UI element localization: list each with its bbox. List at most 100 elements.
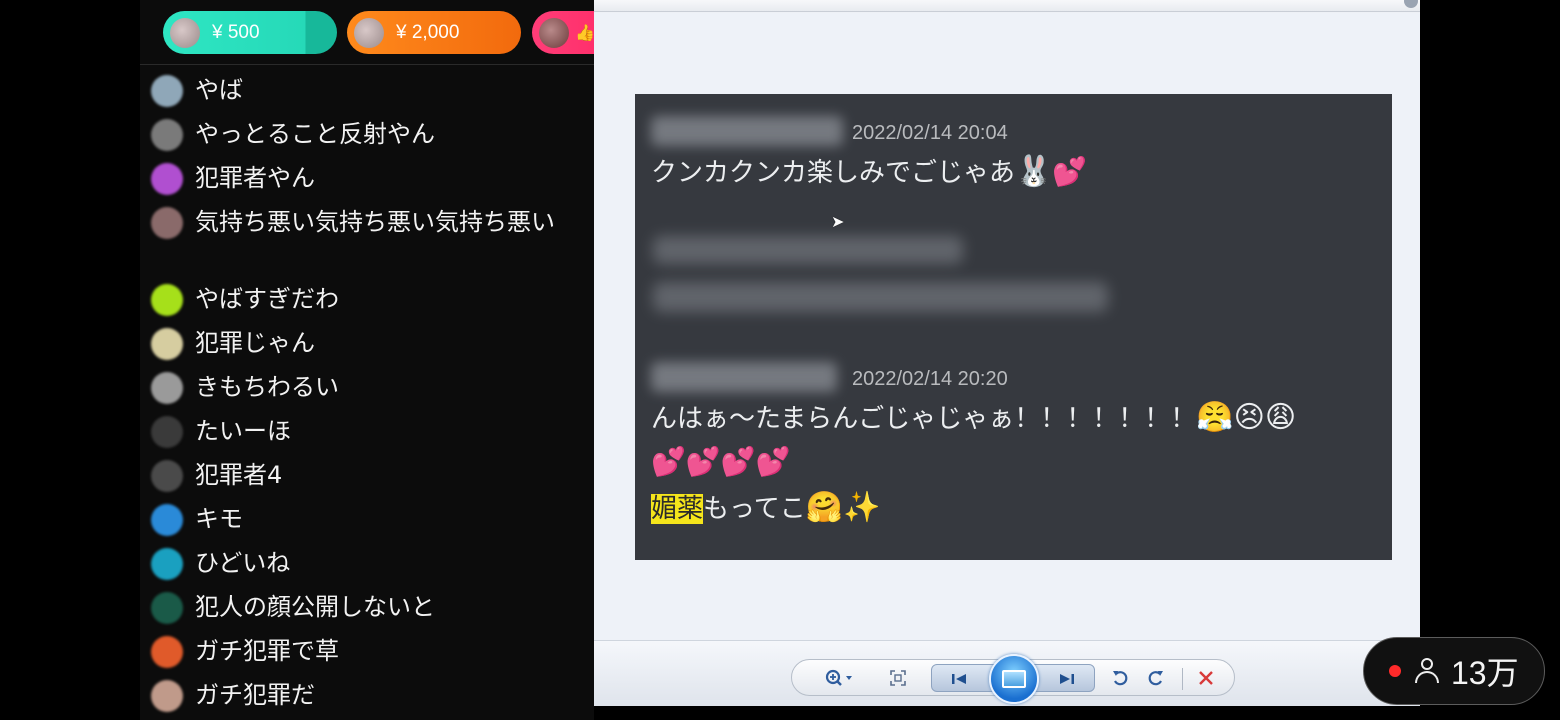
message-body: もってこ bbox=[703, 494, 806, 524]
comment-text: やばすぎだわ bbox=[195, 285, 339, 313]
gift-ranking-bar: ¥ 500 ¥ 2,000 👍 bbox=[140, 0, 594, 64]
avatar[interactable] bbox=[151, 504, 183, 536]
comment-text: ガチ犯罪で草 bbox=[195, 637, 339, 665]
comment-item[interactable]: やっとること反射やん bbox=[140, 114, 594, 158]
comment-item[interactable]: 気持ち悪い気持ち悪い気持ち悪い bbox=[140, 202, 594, 279]
message-timestamp: 2022/02/14 20:04 bbox=[852, 122, 1008, 144]
photo-viewer-window: 2022/02/14 20:04 クンカクンカ楽しみでごじゃあ🐰💕 ➤ 2022… bbox=[594, 0, 1420, 706]
live-chat-panel: ¥ 500 ¥ 2,000 👍 やばやっとること反射やん 犯罪者やん気持ち悪い気持… bbox=[140, 0, 594, 720]
avatar bbox=[170, 17, 200, 48]
avatar[interactable] bbox=[151, 680, 183, 712]
comment-text: 犯罪者4 bbox=[195, 461, 283, 489]
weary-face-icon: 😩 bbox=[1264, 400, 1297, 435]
comment-item[interactable]: ガチ犯罪で草 bbox=[140, 631, 594, 675]
steam-face-icon: 😤 bbox=[1196, 400, 1234, 435]
avatar[interactable] bbox=[151, 119, 183, 151]
comment-item[interactable]: キモ bbox=[140, 499, 594, 543]
comment-text: ガチ犯罪だ bbox=[195, 681, 315, 709]
toolbar-controls bbox=[791, 654, 1235, 704]
avatar[interactable] bbox=[151, 636, 183, 668]
message-timestamp: 2022/02/14 20:20 bbox=[852, 368, 1008, 390]
previous-icon[interactable] bbox=[944, 668, 974, 690]
comment-text: 気持ち悪い気持ち悪い気持ち悪い bbox=[195, 208, 555, 236]
menu-bar bbox=[594, 0, 1420, 12]
mouse-cursor-icon: ➤ bbox=[831, 212, 845, 231]
message-text: クンカクンカ楽しみでごじゃあ🐰💕 bbox=[651, 150, 1087, 195]
blurred-message bbox=[653, 282, 1108, 312]
message-body: クンカクンカ楽しみでごじゃあ bbox=[651, 158, 1016, 188]
avatar[interactable] bbox=[151, 163, 183, 195]
rotate-left-icon[interactable] bbox=[1108, 667, 1132, 689]
comment-item[interactable]: きもちわるい bbox=[140, 367, 594, 411]
next-icon[interactable] bbox=[1052, 668, 1082, 690]
rotate-right-icon[interactable] bbox=[1144, 667, 1168, 689]
blurred-username bbox=[651, 362, 837, 392]
comment-text: 犯罪じゃん bbox=[195, 329, 315, 357]
comment-item[interactable]: やば bbox=[140, 70, 594, 114]
comment-item[interactable]: 犯罪じゃん bbox=[140, 323, 594, 367]
avatar[interactable] bbox=[151, 592, 183, 624]
avatar bbox=[354, 17, 384, 48]
message-text: 媚薬もってこ🤗✨ bbox=[651, 486, 880, 531]
comment-text: ひどいね bbox=[195, 549, 291, 577]
zoom-icon[interactable] bbox=[822, 667, 856, 689]
displayed-screenshot: 2022/02/14 20:04 クンカクンカ楽しみでごじゃあ🐰💕 ➤ 2022… bbox=[635, 94, 1392, 560]
divider bbox=[140, 64, 594, 65]
message-text: んはぁ〜たまらんごじゃじゃぁ！！！！！！！😤😣😩 bbox=[651, 396, 1296, 441]
avatar[interactable] bbox=[151, 416, 183, 448]
viewer-toolbar bbox=[594, 640, 1420, 706]
comment-item[interactable]: 犯罪者4 bbox=[140, 455, 594, 499]
hearts-icon: 💕 bbox=[720, 445, 756, 478]
toolbar-separator bbox=[1182, 668, 1183, 690]
hearts-icon: 💕 bbox=[651, 445, 686, 478]
comment-item[interactable]: ひどいね bbox=[140, 543, 594, 587]
viewer-count: 13万 bbox=[1451, 655, 1519, 691]
hearts-icon: 💕 bbox=[755, 445, 791, 478]
comment-item[interactable]: 犯罪者やん bbox=[140, 158, 594, 202]
avatar[interactable] bbox=[151, 372, 183, 404]
avatar bbox=[539, 17, 569, 48]
comment-item[interactable]: やばすぎだわ bbox=[140, 279, 594, 323]
comment-item[interactable]: ガチ犯罪だ bbox=[140, 675, 594, 719]
avatar[interactable] bbox=[151, 75, 183, 107]
comment-text: きもちわるい bbox=[195, 373, 339, 401]
gift-pill[interactable]: 👍 bbox=[532, 11, 594, 54]
comment-text: やば bbox=[195, 76, 243, 104]
hearts-row: 💕💕💕💕 bbox=[651, 440, 791, 485]
delete-icon[interactable] bbox=[1194, 667, 1218, 689]
hugging-face-icon: 🤗 bbox=[805, 490, 844, 525]
comment-text: やっとること反射やん bbox=[195, 120, 435, 148]
comment-item[interactable]: たいーほ bbox=[140, 411, 594, 455]
viewer-count-badge[interactable]: 13万 bbox=[1363, 637, 1545, 705]
comment-list[interactable]: やばやっとること反射やん 犯罪者やん気持ち悪い気持ち悪い気持ち悪い やばすぎだわ 犯罪… bbox=[140, 70, 594, 719]
blurred-username bbox=[651, 116, 843, 146]
comment-item[interactable]: 犯人の顔公開しないと bbox=[140, 587, 594, 631]
gift-amount: ¥ 2,000 bbox=[396, 21, 460, 43]
gift-amount: ¥ 500 bbox=[212, 21, 260, 43]
comment-text: キモ bbox=[195, 505, 243, 533]
avatar[interactable] bbox=[151, 548, 183, 580]
gift-pill[interactable]: ¥ 2,000 bbox=[347, 11, 521, 54]
person-icon bbox=[1413, 657, 1441, 685]
gift-pill[interactable]: ¥ 500 bbox=[163, 11, 337, 54]
comment-text: 犯人の顔公開しないと bbox=[195, 593, 435, 621]
avatar[interactable] bbox=[151, 328, 183, 360]
live-indicator-icon bbox=[1389, 665, 1401, 677]
avatar[interactable] bbox=[151, 460, 183, 492]
confounded-face-icon: 😣 bbox=[1233, 400, 1265, 435]
image-canvas: 2022/02/14 20:04 クンカクンカ楽しみでごじゃあ🐰💕 ➤ 2022… bbox=[594, 13, 1420, 640]
highlighted-word: 媚薬 bbox=[651, 494, 704, 524]
hearts-icon: 💕 bbox=[1052, 155, 1088, 188]
sparkles-icon: ✨ bbox=[843, 490, 881, 525]
window-button-icon[interactable] bbox=[1404, 0, 1418, 8]
message-body: んはぁ〜たまらんごじゃじゃぁ！！！！！！！ bbox=[651, 404, 1197, 434]
comment-text: 犯罪者やん bbox=[195, 164, 315, 192]
fit-window-icon[interactable] bbox=[886, 667, 910, 689]
avatar[interactable] bbox=[151, 284, 183, 316]
comment-text: たいーほ bbox=[195, 417, 291, 445]
blurred-message bbox=[653, 236, 963, 264]
rabbit-icon: 🐰 bbox=[1015, 154, 1053, 189]
hearts-icon: 💕 bbox=[685, 445, 721, 478]
avatar[interactable] bbox=[151, 207, 183, 239]
slideshow-icon[interactable] bbox=[989, 654, 1039, 704]
